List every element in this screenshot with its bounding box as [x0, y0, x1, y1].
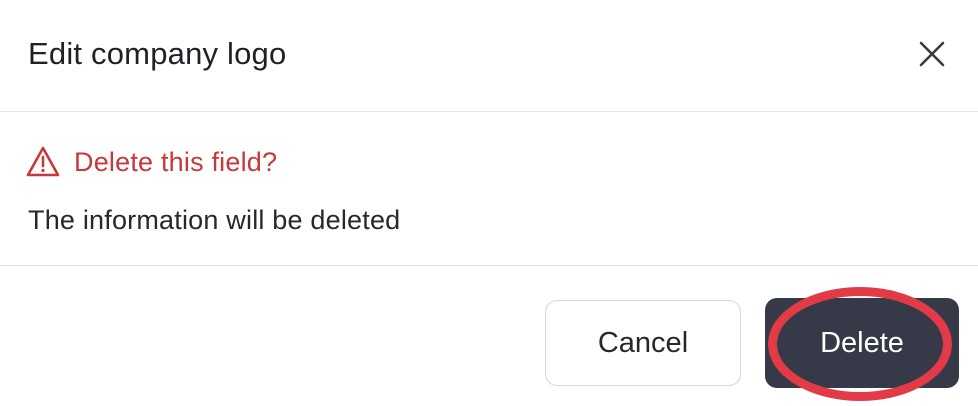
dialog-header: Edit company logo: [0, 0, 978, 112]
warning-text: Delete this field?: [74, 146, 278, 177]
close-icon: [919, 41, 945, 67]
cancel-button[interactable]: Cancel: [545, 300, 741, 386]
warning-row: Delete this field?: [26, 142, 277, 182]
dialog-body: Delete this field? The information will …: [0, 112, 978, 266]
warning-triangle-icon: [26, 146, 60, 177]
edit-logo-dialog: Edit company logo Delete this field? The…: [0, 0, 978, 406]
delete-button[interactable]: Delete: [765, 298, 959, 388]
dialog-title: Edit company logo: [28, 36, 287, 71]
close-button[interactable]: [914, 36, 950, 72]
dialog-message: The information will be deleted: [28, 205, 401, 235]
